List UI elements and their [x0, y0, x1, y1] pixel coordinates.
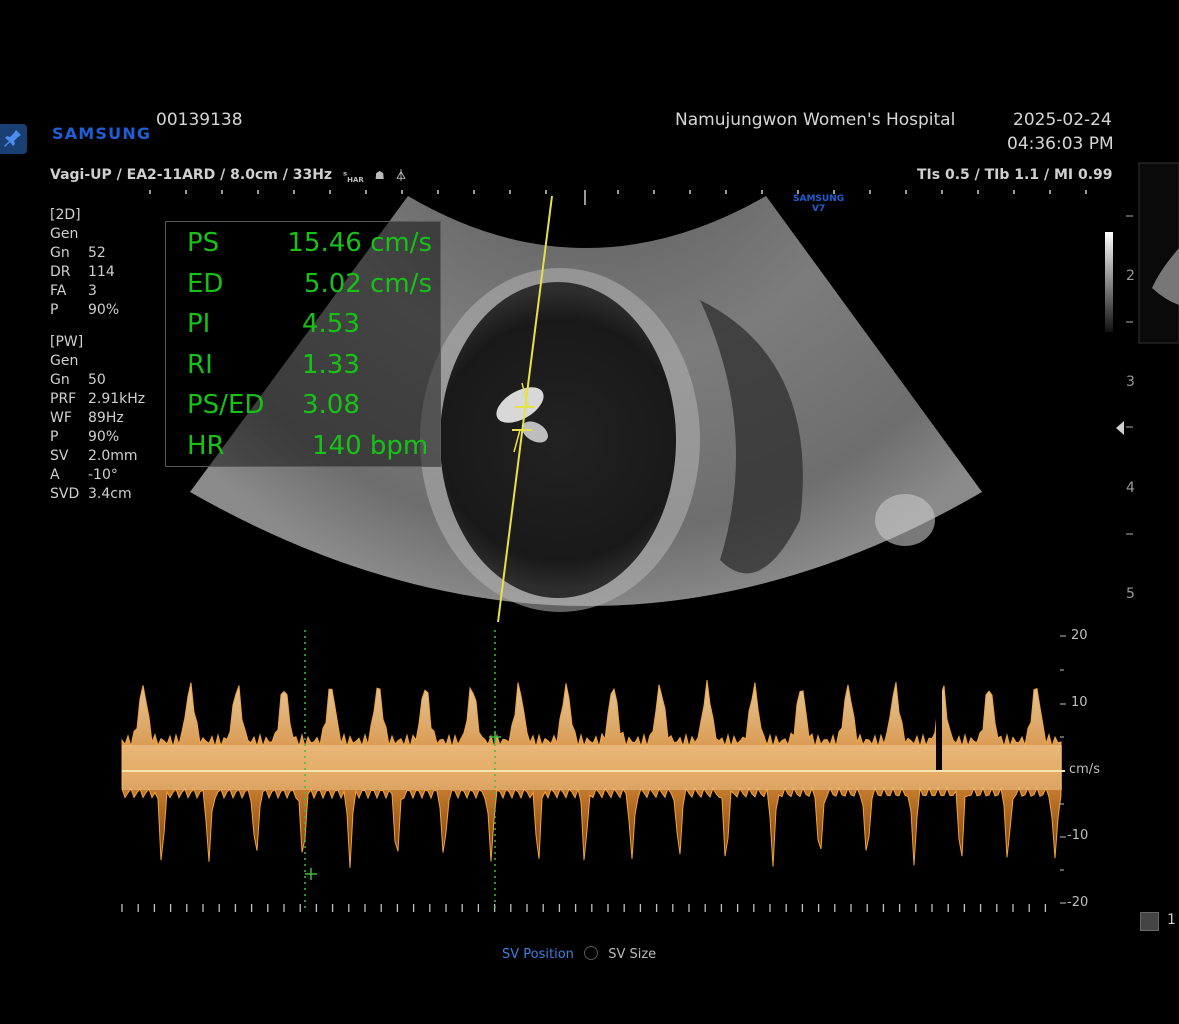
params_pw-row: [PW] — [50, 333, 145, 352]
params_pw-key: Gn — [50, 372, 70, 388]
params_pw-value: -10° — [88, 467, 118, 483]
imaging-parameters: [2D] Gen Gn 52 DR 114 FA 3 P 90% [PW] Gen Gn 50 PRF 2.9… — [50, 206, 145, 504]
params_pw-value: 2.0mm — [88, 448, 138, 464]
velocity-label-10: 10 — [1071, 695, 1088, 710]
measurement-label: RI — [187, 349, 213, 380]
grayscale-bar — [1105, 232, 1113, 332]
params_2d-key: P — [50, 302, 59, 318]
measurement-label: PS/ED — [187, 390, 265, 420]
params_2d-key: Gn — [50, 245, 70, 261]
page-indicator-number: 1 — [1167, 912, 1176, 928]
measurement-value: 140 bpm — [312, 430, 429, 461]
params_2d-key: DR — [50, 264, 71, 280]
device-badge: SAMSUNG V7 — [793, 194, 844, 214]
params_pw-row: PRF 2.91kHz — [50, 390, 145, 409]
params_pw-key: Gen — [50, 353, 79, 369]
params_pw-value: 3.4cm — [88, 486, 132, 502]
device-badge-model: V7 — [811, 204, 826, 214]
device-badge-brand: SAMSUNG — [793, 194, 845, 204]
measurement-value: 4.53 — [302, 309, 360, 339]
params_pw-key: SVD — [50, 486, 80, 502]
top-tick-scale — [149, 190, 1087, 205]
params_2d-value: 90% — [88, 302, 120, 318]
params_2d-row: Gn 52 — [50, 244, 145, 263]
velocity-label-minus-20: -20 — [1067, 895, 1089, 910]
params_2d-row: FA 3 — [50, 282, 145, 301]
params_2d-row: Gen — [50, 225, 145, 244]
params_pw-row: P 90% — [50, 428, 145, 447]
measurement-value: 3.08 — [302, 390, 360, 420]
tab-sv-position[interactable]: SV Position — [502, 947, 574, 962]
measurement-value: 15.46 cm/s — [287, 228, 432, 258]
params_pw-value: 50 — [88, 372, 106, 388]
params_pw-value: 89Hz — [88, 410, 124, 426]
velocity-label-minus-10: -10 — [1067, 828, 1089, 843]
measurement-label: HR — [187, 430, 225, 461]
params_pw-row: SV 2.0mm — [50, 447, 145, 466]
image-overlay — [121, 162, 1179, 912]
params_pw-key: SV — [50, 448, 69, 464]
velocity-label-20: 20 — [1071, 628, 1088, 643]
measurement-row: ED 5.02 cm/s — [187, 269, 432, 309]
measurement-row: PS 15.46 cm/s — [187, 228, 432, 268]
params_pw-value: 2.91kHz — [88, 391, 146, 407]
depth-label-4: 4 — [1126, 480, 1135, 496]
params_2d-value: 52 — [88, 245, 106, 261]
params_pw-value: 90% — [88, 429, 120, 445]
params_pw-row: Gn 50 — [50, 371, 145, 390]
params_2d-key: FA — [50, 283, 67, 299]
params_pw-row: WF 89Hz — [50, 409, 145, 428]
time-axis — [121, 904, 1047, 912]
measurement-label: PS — [187, 228, 220, 258]
measurement-row: PS/ED 3.08 — [187, 390, 432, 430]
page-indicator-box[interactable] — [1140, 912, 1159, 931]
thumbnail-preview[interactable] — [1138, 162, 1179, 344]
measurement-row: HR 140 bpm — [187, 431, 432, 471]
params_2d-key: Gen — [50, 226, 79, 242]
params_pw-row: SVD 3.4cm — [50, 485, 145, 504]
params_2d-row: [2D] — [50, 206, 145, 225]
focus-arrow-icon[interactable] — [1116, 421, 1124, 435]
params_pw-row: Gen — [50, 352, 145, 371]
depth-label-3: 3 — [1126, 374, 1135, 390]
knob-icon[interactable] — [584, 946, 599, 960]
velocity-unit: cm/s — [1069, 762, 1100, 777]
measurement-row: PI 4.53 — [187, 309, 432, 349]
params_2d-key: [2D] — [50, 207, 81, 223]
params_pw-row: A -10° — [50, 466, 145, 485]
params_2d-value: 3 — [88, 283, 97, 299]
depth-label-2: 2 — [1126, 268, 1135, 284]
depth-label-5: 5 — [1126, 586, 1135, 602]
measurement-value: 5.02 cm/s — [303, 268, 432, 299]
tab-sv-size[interactable]: SV Size — [608, 947, 656, 962]
measurement-label: ED — [187, 268, 224, 299]
measurement-label: PI — [187, 309, 211, 339]
params_pw-key: A — [50, 467, 60, 483]
doppler-spectrum — [121, 680, 1062, 869]
params_2d-value: 114 — [88, 264, 115, 280]
measurement-row: RI 1.33 — [187, 350, 432, 390]
params_pw-key: [PW] — [50, 334, 84, 350]
params_pw-key: P — [50, 429, 59, 445]
measurement-results-box: PS 15.46 cm/s ED 5.02 cm/s PI 4.53 RI 1.33 PS/ED… — [165, 221, 441, 467]
params_pw-key: PRF — [50, 391, 77, 407]
params_2d-row: DR 114 — [50, 263, 145, 282]
params_pw-key: WF — [50, 410, 72, 426]
params_2d-row: P 90% — [50, 301, 145, 320]
bottom-menu: SV Position SV Size — [502, 946, 656, 962]
measurement-value: 1.33 — [302, 349, 360, 380]
